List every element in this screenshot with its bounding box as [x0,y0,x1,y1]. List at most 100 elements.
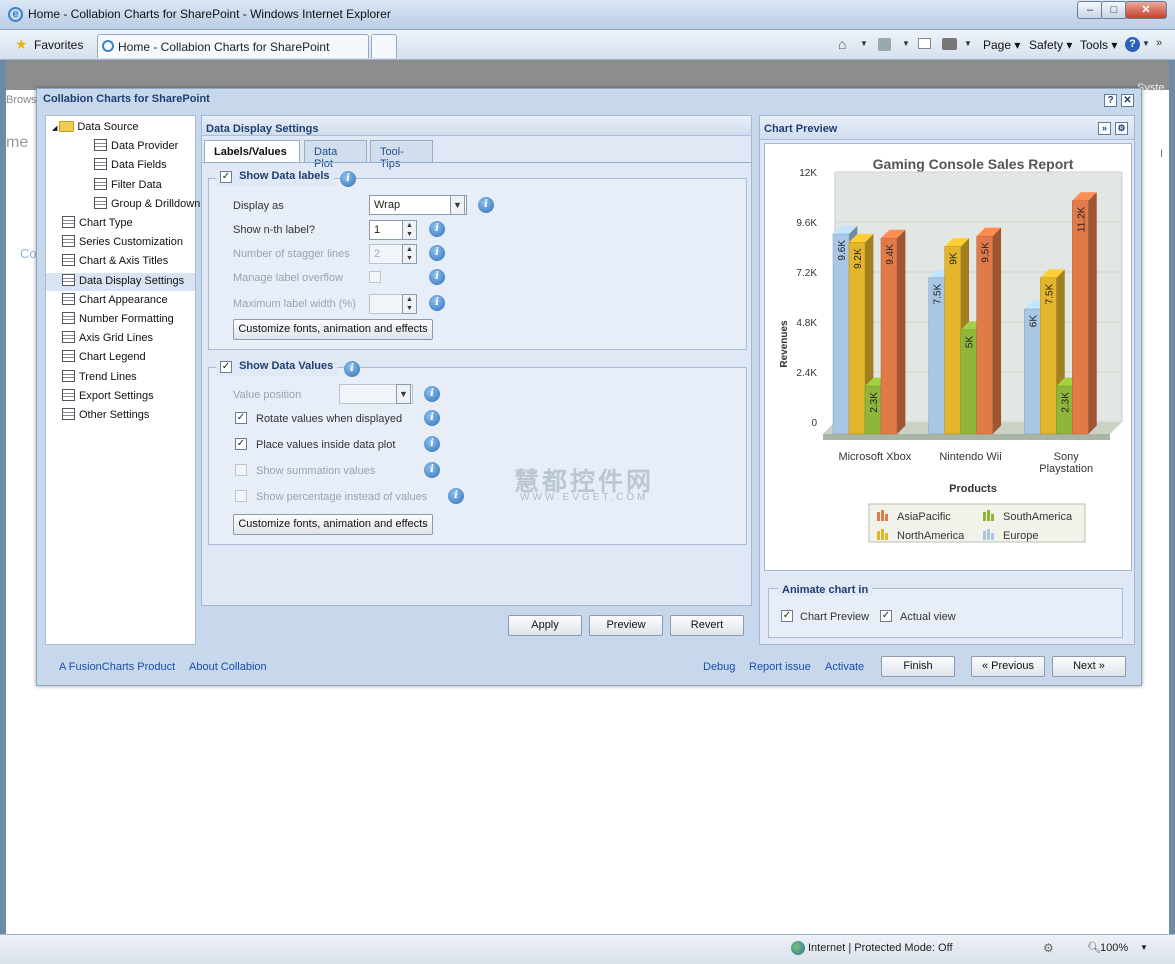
info-icon[interactable]: i [424,436,440,452]
safety-menu[interactable]: Safety ▾ [1029,38,1072,52]
chart-preview-label: Chart Preview [800,611,870,623]
tree-item-chart-legend[interactable]: Chart Legend [46,349,195,367]
y-tick-label: 7.2K [796,268,817,279]
nth-label-input[interactable]: 1 [369,220,403,240]
dialog-close-button[interactable]: ✕ [1121,94,1134,107]
tree-item-data-fields[interactable]: Data Fields [78,157,195,175]
tab-data-plot[interactable]: Data Plot [304,140,367,170]
label-overflow-checkbox[interactable] [369,271,381,283]
window-titlebar: e Home - Collabion Charts for SharePoint… [0,0,1175,30]
bar-value-label: 9.2K [853,248,864,269]
info-icon[interactable]: i [424,410,440,426]
tree-item-data-provider[interactable]: Data Provider [78,138,195,156]
previous-button[interactable]: « Previous [971,656,1045,677]
print-dropdown-icon[interactable]: ▼ [964,39,972,48]
home-dropdown-icon[interactable]: ▼ [860,39,868,48]
customize-labels-button[interactable]: Customize fonts, animation and effects [233,319,433,340]
legend-swatch [983,531,986,540]
help-dropdown-icon[interactable]: ▼ [1142,39,1150,48]
bar-value-label: 2.3K [869,392,880,413]
tree-item-trend-lines[interactable]: Trend Lines [46,369,195,387]
customize-values-button[interactable]: Customize fonts, animation and effects [233,514,433,535]
tree-item-label: Series Customization [79,236,183,249]
actual-view-label: Actual view [900,611,956,623]
tab-tool-tips[interactable]: Tool-Tips [370,140,433,170]
settings-icon[interactable]: ⚙ [1043,941,1054,955]
rotate-values-checkbox[interactable]: ✓ [235,412,247,424]
print-icon[interactable] [942,38,957,50]
collabion-dialog: Collabion Charts for SharePoint ? ✕ ◢ Da… [36,88,1142,686]
max-label-width-input[interactable] [369,294,403,314]
chevron-down-icon[interactable]: ▼ [396,384,411,404]
preview-button[interactable]: Preview [589,615,663,636]
info-icon[interactable]: i [448,488,464,504]
rss-feed-icon[interactable] [878,38,891,51]
percentage-checkbox[interactable] [235,490,247,502]
read-mail-icon[interactable] [918,38,931,49]
close-window-button[interactable]: ✕ [1125,1,1167,19]
show-data-labels-checkbox[interactable]: ✓ [220,171,232,183]
collapse-arrow-icon[interactable]: ◢ [52,125,59,132]
info-icon[interactable]: i [429,269,445,285]
new-tab-button[interactable] [371,34,397,58]
nth-label-stepper[interactable]: ▲ ▼ [402,220,417,240]
tree-item-data-display-settings[interactable]: Data Display Settings [46,272,195,291]
maximize-button[interactable]: □ [1101,1,1127,19]
next-button[interactable]: Next » [1052,656,1126,677]
zoom-level[interactable]: 100% [1100,942,1128,954]
dialog-help-button[interactable]: ? [1104,94,1117,107]
stagger-lines-input[interactable]: 2 [369,244,403,264]
revert-button[interactable]: Revert [670,615,744,636]
tree-item-series-customization[interactable]: Series Customization [46,234,195,252]
tree-item-chart-appearance[interactable]: Chart Appearance [46,292,195,310]
info-icon[interactable]: i [424,386,440,402]
tree-item-group-drilldown[interactable]: Group & Drilldown [78,196,200,214]
chart-preview-checkbox[interactable]: ✓ [781,610,793,622]
browser-tab[interactable]: Home - Collabion Charts for SharePoint [97,34,369,58]
about-link[interactable]: About Collabion [189,661,267,673]
apply-button[interactable]: Apply [508,615,582,636]
stagger-lines-stepper[interactable]: ▲ ▼ [402,244,417,264]
summation-checkbox[interactable] [235,464,247,476]
tree-item-number-formatting[interactable]: Number Formatting [46,311,195,329]
info-icon[interactable]: i [424,462,440,478]
zoom-dropdown-icon[interactable]: ▼ [1140,943,1148,952]
show-data-values-checkbox[interactable]: ✓ [220,361,232,373]
tree-item-filter-data[interactable]: Filter Data [78,177,195,195]
tree-item-export-settings[interactable]: Export Settings [46,388,195,406]
info-icon[interactable]: i [340,171,356,187]
help-menu-icon[interactable]: ? [1125,37,1140,52]
debug-link[interactable]: Debug [703,661,735,673]
tree-item-chart-axis-titles[interactable]: Chart & Axis Titles [46,253,195,271]
fusioncharts-link[interactable]: A FusionCharts Product [59,661,175,673]
tab-labels-values[interactable]: Labels/Values [204,140,300,163]
settings-page-icon [94,158,107,171]
info-icon[interactable]: i [429,245,445,261]
page-menu[interactable]: Page ▾ [983,38,1020,52]
home-icon[interactable]: ⌂ [838,36,846,52]
tree-item-other-settings[interactable]: Other Settings [46,407,195,425]
info-icon[interactable]: i [344,361,360,377]
expand-icon[interactable]: » [1098,122,1111,135]
activate-link[interactable]: Activate [825,661,864,673]
report-issue-link[interactable]: Report issue [749,661,811,673]
tree-item-axis-grid-lines[interactable]: Axis Grid Lines [46,330,195,348]
minimize-button[interactable]: – [1077,1,1103,19]
max-label-width-label: Maximum label width (%) [233,298,356,310]
info-icon[interactable]: i [429,295,445,311]
max-label-width-stepper[interactable]: ▲ ▼ [402,294,417,314]
tools-menu[interactable]: Tools ▾ [1080,38,1117,52]
info-icon[interactable]: i [429,221,445,237]
tree-item-data-source[interactable]: ◢ Data Source [46,119,195,137]
toolbar-chevron-icon[interactable]: » [1156,37,1162,49]
feed-dropdown-icon[interactable]: ▼ [902,39,910,48]
actual-view-checkbox[interactable]: ✓ [880,610,892,622]
gear-icon[interactable]: ⚙ [1115,122,1128,135]
tree-item-chart-type[interactable]: Chart Type [46,215,195,233]
info-icon[interactable]: i [478,197,494,213]
place-inside-checkbox[interactable]: ✓ [235,438,247,450]
favorites-button[interactable]: Favorites [34,38,83,52]
chevron-down-icon[interactable]: ▼ [450,195,465,215]
finish-button[interactable]: Finish [881,656,955,677]
settings-page-icon [62,408,75,420]
